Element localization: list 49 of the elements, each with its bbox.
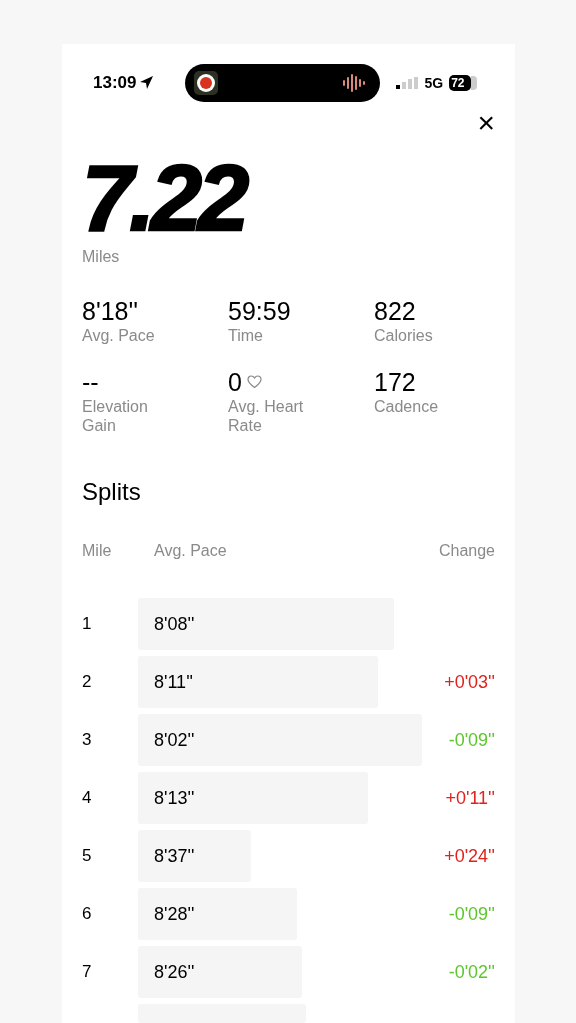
section-title: Splits [82, 477, 141, 507]
split-pace: 8'26'' [154, 961, 195, 983]
split-pace: 8'13'' [154, 787, 195, 809]
pace-change: +0'24'' [444, 845, 495, 867]
clock-time: 13:09 [93, 72, 137, 93]
mile-number: 4 [82, 788, 92, 807]
stat-label: Avg. Pace [82, 326, 156, 345]
split-pace: 8'37'' [154, 845, 195, 867]
split-pace: 8'11'' [154, 671, 193, 693]
mile-number: 3 [82, 730, 92, 749]
stat-label: Time [228, 326, 264, 345]
distance-value: 7.22 [82, 158, 246, 238]
stat-label: Cadence [374, 397, 440, 416]
close-button[interactable]: × [477, 108, 495, 138]
heart-icon [246, 375, 262, 389]
stat-value: 0 [228, 367, 242, 397]
network-type: 5G [424, 74, 444, 91]
pace-change: +0'03'' [444, 671, 495, 693]
column-header: Change [438, 541, 495, 561]
pace-change: -0'09'' [448, 729, 495, 751]
mile-number: 7 [82, 962, 92, 981]
mile-number: 1 [82, 614, 92, 633]
pace-change: +0'11'' [445, 787, 495, 809]
stat-value: 59:59 [228, 296, 291, 326]
stat-label: Avg. Heart Rate [228, 397, 305, 435]
column-header: Mile [82, 541, 113, 561]
distance-unit: Miles [82, 248, 120, 266]
split-pace: 8'02'' [154, 729, 195, 751]
cellular-signal-icon [396, 76, 419, 89]
stat-label: Elevation Gain [82, 397, 149, 435]
stat-label: Calories [374, 326, 434, 345]
column-header: Avg. Pace [154, 541, 228, 561]
split-pace: 8'08'' [154, 613, 195, 635]
mile-number: 5 [82, 846, 92, 865]
pace-change: -0'02'' [448, 961, 495, 983]
location-arrow-icon [139, 75, 155, 90]
record-app-icon [194, 70, 219, 95]
dynamic-island[interactable] [185, 63, 381, 102]
battery-cap-icon [471, 75, 478, 90]
battery-level: 72 [449, 74, 472, 91]
stat-value: -- [82, 367, 99, 397]
mile-number: 2 [82, 672, 92, 691]
stat-value: 8'18'' [82, 296, 139, 326]
stat-value: 172 [374, 367, 416, 397]
mile-number: 6 [82, 904, 92, 923]
stat-value: 822 [374, 296, 416, 326]
audio-waveform-icon [342, 72, 367, 93]
split-pace: 8'28'' [154, 903, 195, 925]
pace-change: -0'09'' [448, 903, 495, 925]
